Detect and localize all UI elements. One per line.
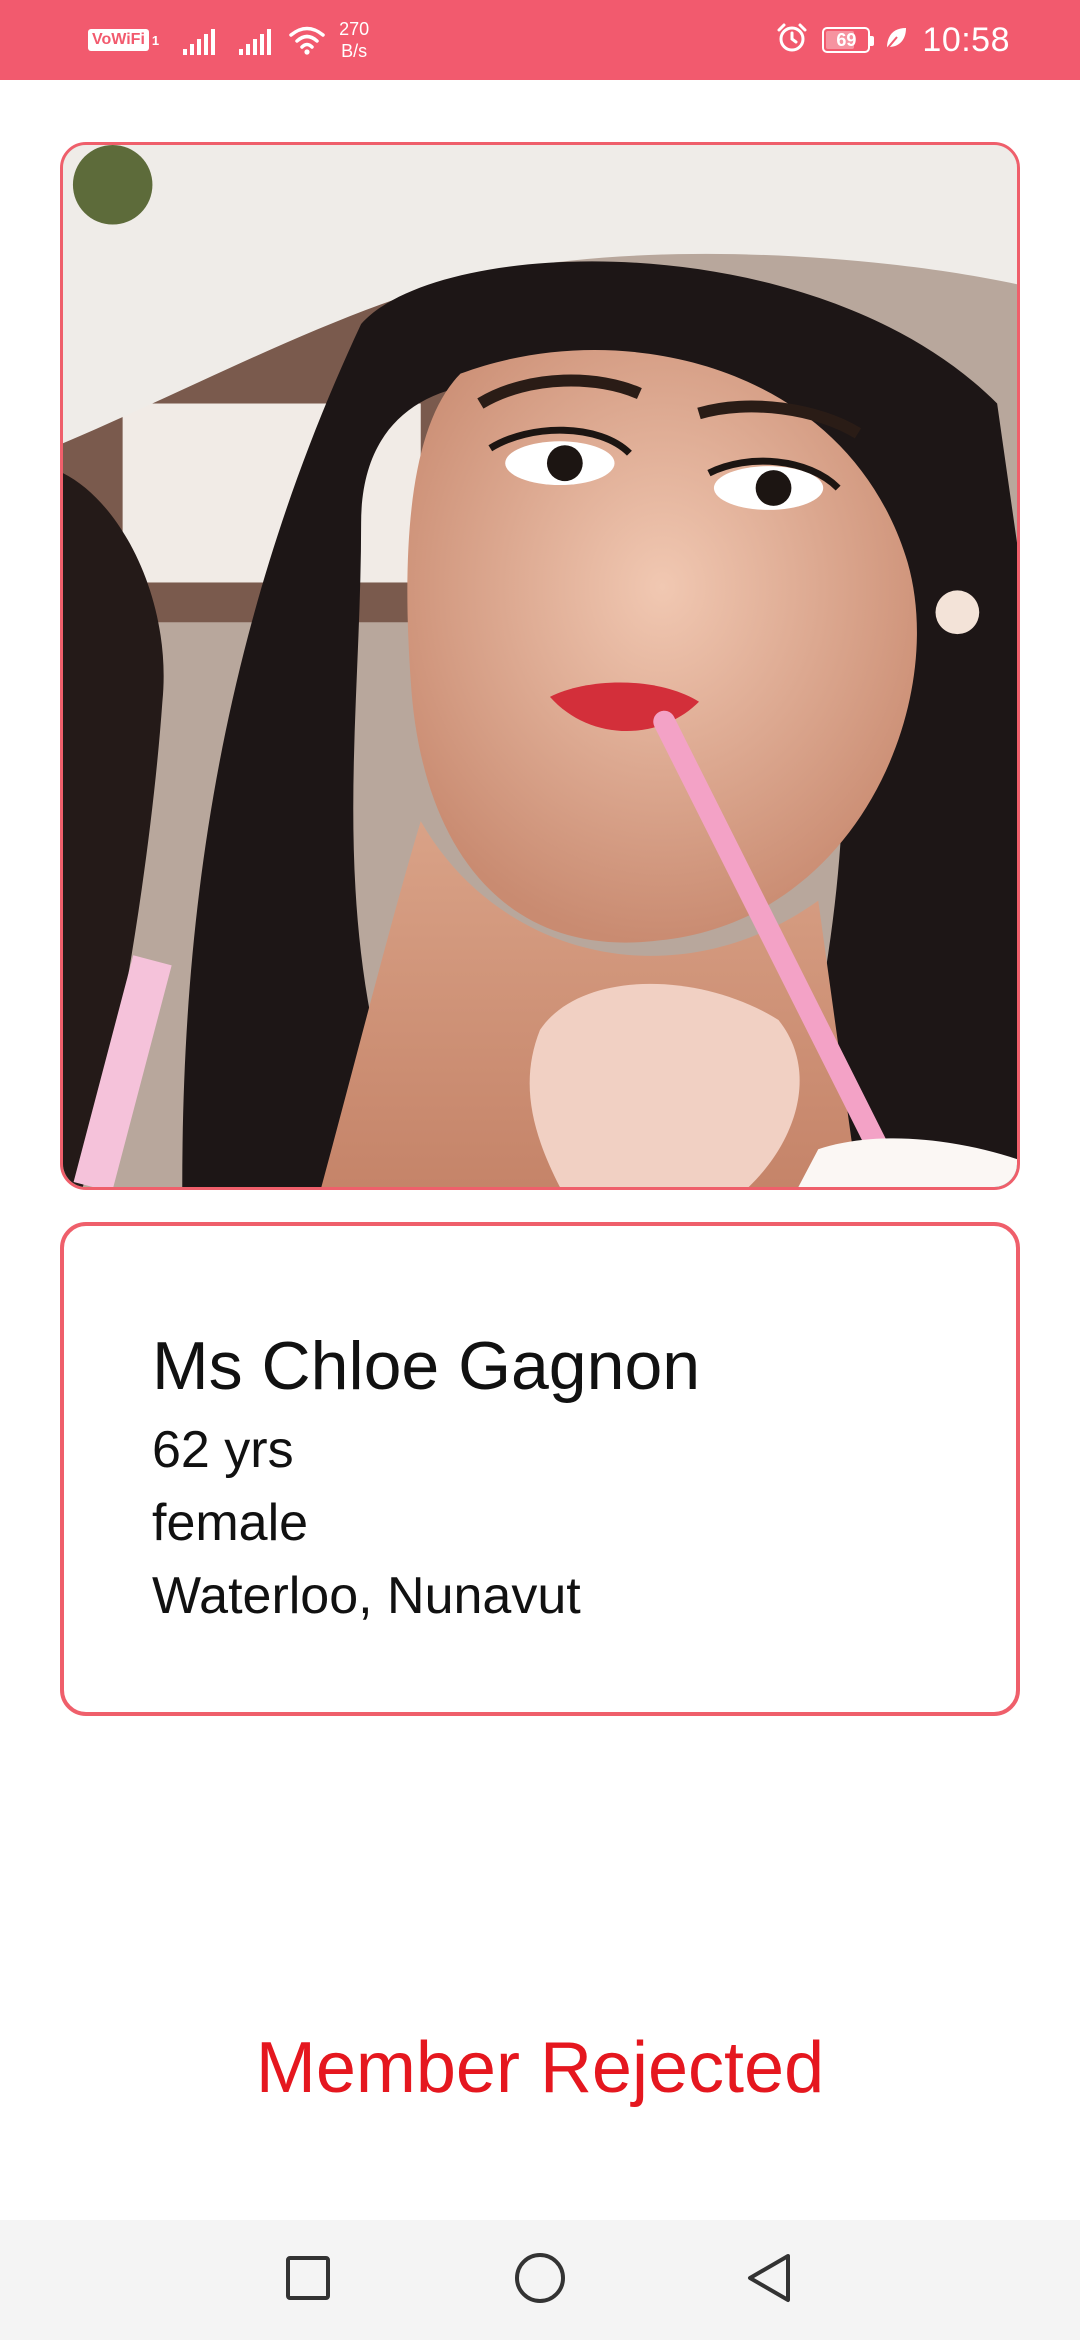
- wifi-icon: [289, 25, 325, 55]
- vowifi-icon: VoWiFi 1: [88, 29, 159, 51]
- battery-level: 69: [836, 29, 857, 50]
- profile-photo: [63, 145, 1017, 1187]
- signal-icon: [183, 25, 216, 55]
- navigation-bar: [0, 2220, 1080, 2340]
- leaf-icon: [884, 25, 908, 56]
- recent-apps-button[interactable]: [278, 2250, 338, 2310]
- clock: 10:58: [922, 20, 1010, 59]
- network-speed: 270 B/s: [339, 18, 369, 62]
- vowifi-sim-number: 1: [151, 33, 160, 48]
- vowifi-label: VoWiFi: [88, 29, 149, 51]
- profile-name: Ms Chloe Gagnon: [152, 1328, 701, 1404]
- back-icon: [744, 2252, 796, 2309]
- network-speed-value: 270: [339, 19, 370, 39]
- battery-icon: 69: [822, 27, 875, 53]
- profile-location: Waterloo, Nunavut: [152, 1567, 581, 1625]
- alarm-icon: [776, 22, 808, 59]
- status-bar-right: 69 10:58: [776, 0, 1010, 80]
- status-bar: VoWiFi 1 270 B/s 69 10:58: [0, 0, 1080, 80]
- network-speed-unit: B/s: [341, 41, 368, 61]
- home-button[interactable]: [510, 2250, 570, 2310]
- recent-apps-icon: [284, 2254, 332, 2307]
- home-icon: [513, 2251, 567, 2310]
- signal-icon: [239, 25, 272, 55]
- profile-info-card: Ms Chloe Gagnon 62 yrs female Waterloo, …: [60, 1222, 1020, 1716]
- status-bar-left: VoWiFi 1 270 B/s: [88, 0, 369, 80]
- back-button[interactable]: [740, 2250, 800, 2310]
- profile-photo-card[interactable]: [60, 142, 1020, 1190]
- profile-gender: female: [152, 1494, 309, 1552]
- profile-age: 62 yrs: [152, 1421, 294, 1479]
- member-status-message: Member Rejected: [255, 2028, 825, 2108]
